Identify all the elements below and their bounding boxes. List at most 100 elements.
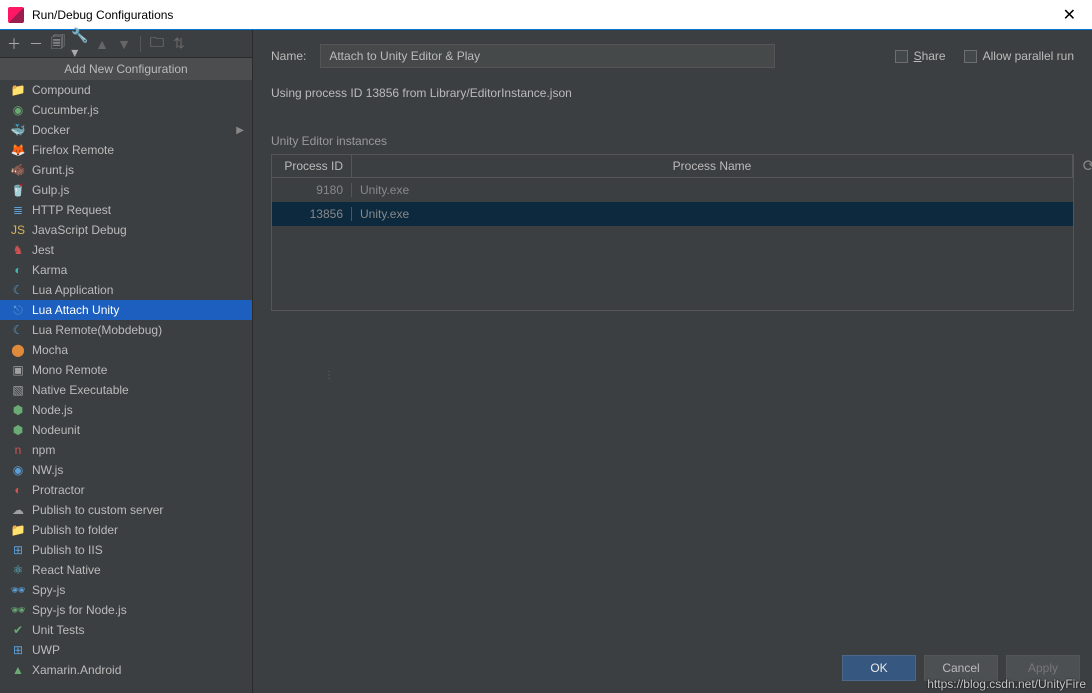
config-icon: JS: [10, 222, 26, 238]
config-item-jest[interactable]: ♞Jest: [0, 240, 252, 260]
config-icon: ▲: [10, 662, 26, 678]
resize-handle[interactable]: ⋮: [324, 370, 334, 381]
config-item-nodeunit[interactable]: ⬢Nodeunit: [0, 420, 252, 440]
cell-name: Unity.exe: [352, 207, 1073, 221]
config-icon: 🕶: [10, 582, 26, 598]
config-item-publish-to-folder[interactable]: 📁Publish to folder: [0, 520, 252, 540]
info-line: Using process ID 13856 from Library/Edit…: [271, 86, 1074, 100]
up-icon[interactable]: ▲: [94, 36, 110, 52]
right-pane: Name: Share Allow parallel run Using pro…: [253, 30, 1092, 693]
watermark: https://blog.csdn.net/UnityFire: [927, 677, 1086, 691]
config-label: Publish to custom server: [32, 503, 163, 517]
config-icon: ≣: [10, 202, 26, 218]
config-label: UWP: [32, 643, 60, 657]
config-item-docker[interactable]: 🐳 Docker ▶: [0, 120, 252, 140]
config-label: NW.js: [32, 463, 63, 477]
config-item-spy-js-for-node-js[interactable]: 🕶Spy-js for Node.js: [0, 600, 252, 620]
config-item-lua-remote-mobdebug-[interactable]: ☾Lua Remote(Mobdebug): [0, 320, 252, 340]
config-item-mocha[interactable]: ⬤ Mocha: [0, 340, 252, 360]
config-label: Cucumber.js: [32, 103, 99, 117]
table-row[interactable]: 13856Unity.exe: [272, 202, 1073, 226]
sort-icon[interactable]: ⇅: [171, 36, 187, 52]
config-label: Lua Application: [32, 283, 113, 297]
config-label: JavaScript Debug: [32, 223, 127, 237]
config-label: Nodeunit: [32, 423, 80, 437]
config-item-xamarin-android[interactable]: ▲Xamarin.Android: [0, 660, 252, 680]
remove-icon[interactable]: －: [28, 36, 44, 52]
window-title: Run/Debug Configurations: [32, 8, 1055, 22]
config-label: Docker: [32, 123, 70, 137]
table-row[interactable]: 9180Unity.exe: [272, 178, 1073, 202]
config-item-publish-to-custom-server[interactable]: ☁ Publish to custom server: [0, 500, 252, 520]
config-item-publish-to-iis[interactable]: ⊞Publish to IIS: [0, 540, 252, 560]
config-icon: ☁: [10, 502, 26, 518]
config-icon: ⊞: [10, 542, 26, 558]
config-list: 📁Compound◉Cucumber.js 🐳 Docker ▶ 🦊Firefox Re…: [0, 80, 252, 680]
cell-pid: 13856: [272, 207, 352, 221]
config-item-compound[interactable]: 📁Compound: [0, 80, 252, 100]
cell-pid: 9180: [272, 183, 352, 197]
config-icon: ♞: [10, 242, 26, 258]
settings-icon[interactable]: 🔧▾: [72, 36, 88, 52]
config-panel-header: Add New Configuration: [0, 58, 252, 80]
config-icon: ☾: [10, 322, 26, 338]
config-item-npm[interactable]: nnpm: [0, 440, 252, 460]
config-label: Native Executable: [32, 383, 129, 397]
copy-icon[interactable]: 🗐: [50, 36, 66, 52]
config-item-react-native[interactable]: ⚛React Native: [0, 560, 252, 580]
config-toolbar: ＋ － 🗐 🔧▾ ▲ ▼ 🗀 ⇅: [0, 30, 252, 58]
config-label: npm: [32, 443, 55, 457]
config-label: Firefox Remote: [32, 143, 114, 157]
chevron-right-icon: ▶: [236, 125, 244, 136]
config-item-native-executable[interactable]: ▧Native Executable: [0, 380, 252, 400]
app-icon: [8, 7, 24, 23]
down-icon[interactable]: ▼: [116, 36, 132, 52]
config-label: Mocha: [32, 343, 68, 357]
config-icon: ◐: [10, 482, 26, 498]
config-item-uwp[interactable]: ⊞UWP: [0, 640, 252, 660]
config-icon: 🐗: [10, 162, 26, 178]
separator: [140, 36, 141, 52]
config-item-lua-application[interactable]: ☾ Lua Application: [0, 280, 252, 300]
parallel-checkbox[interactable]: Allow parallel run: [964, 49, 1074, 63]
config-label: Lua Attach Unity: [32, 303, 119, 317]
name-input[interactable]: [320, 44, 775, 68]
ok-button[interactable]: OK: [842, 655, 916, 681]
config-icon: 🐳: [10, 122, 26, 138]
config-panel: Add New Configuration 📁Compound◉Cucumber…: [0, 58, 252, 693]
config-item-mono-remote[interactable]: ▣Mono Remote: [0, 360, 252, 380]
config-label: React Native: [32, 563, 101, 577]
section-label: Unity Editor instances: [271, 134, 1074, 148]
config-item-unit-tests[interactable]: ✔Unit Tests: [0, 620, 252, 640]
config-label: Gulp.js: [32, 183, 69, 197]
instances-table: Process ID Process Name 9180Unity.exe138…: [271, 154, 1074, 311]
folder-icon[interactable]: 🗀: [149, 36, 165, 52]
close-icon[interactable]: ✕: [1055, 5, 1084, 25]
refresh-icon[interactable]: ⟳: [1083, 156, 1092, 176]
config-item-spy-js[interactable]: 🕶Spy-js: [0, 580, 252, 600]
config-item-firefox-remote[interactable]: 🦊Firefox Remote: [0, 140, 252, 160]
table-body: 9180Unity.exe13856Unity.exe: [272, 178, 1073, 310]
config-item-http-request[interactable]: ≣HTTP Request: [0, 200, 252, 220]
col-process-name[interactable]: Process Name: [352, 155, 1073, 177]
cell-name: Unity.exe: [352, 183, 1073, 197]
config-item-karma[interactable]: ◐Karma: [0, 260, 252, 280]
config-item-javascript-debug[interactable]: JS JavaScript Debug: [0, 220, 252, 240]
config-icon: 🥤: [10, 182, 26, 198]
config-item-protractor[interactable]: ◐ Protractor: [0, 480, 252, 500]
config-icon: ⬤: [10, 342, 26, 358]
config-item-nw-js[interactable]: ◉NW.js: [0, 460, 252, 480]
share-checkbox[interactable]: Share: [895, 49, 946, 63]
add-icon[interactable]: ＋: [6, 36, 22, 52]
config-item-lua-attach-unity[interactable]: ⎋Lua Attach Unity: [0, 300, 252, 320]
config-item-node-js[interactable]: ⬢Node.js: [0, 400, 252, 420]
config-item-gulp-js[interactable]: 🥤 Gulp.js: [0, 180, 252, 200]
config-item-cucumber-js[interactable]: ◉Cucumber.js: [0, 100, 252, 120]
config-icon: ☾: [10, 282, 26, 298]
config-label: Protractor: [32, 483, 85, 497]
config-icon: 🕶: [10, 602, 26, 618]
config-icon: n: [10, 442, 26, 458]
config-item-grunt-js[interactable]: 🐗Grunt.js: [0, 160, 252, 180]
col-process-id[interactable]: Process ID: [272, 155, 352, 177]
config-label: Mono Remote: [32, 363, 107, 377]
